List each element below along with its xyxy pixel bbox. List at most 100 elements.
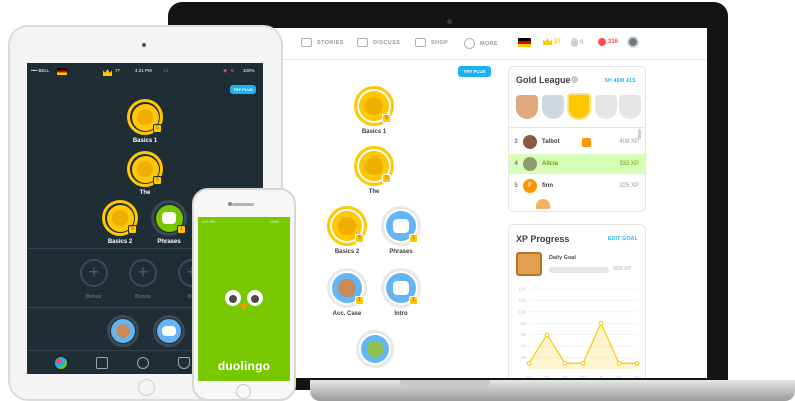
xp-point [580,360,586,366]
x-tick-label: Sa [616,375,622,378]
locked-skill-icon: + [129,259,157,287]
nav-stories[interactable]: STORIES [301,38,344,47]
discuss-icon [357,38,368,47]
shop-icon [415,38,426,47]
battery-text: 100% [243,68,255,73]
y-tick-label: 40 [521,344,527,349]
nav-shop[interactable]: SHOP [415,38,448,47]
skill-food[interactable] [355,330,395,368]
skill-the[interactable]: 5 The [349,146,399,195]
info-icon[interactable] [571,76,578,83]
skill-acc-case[interactable]: 1 Acc. Case [325,268,369,317]
skill-icon [111,319,135,343]
locked-league-icon [619,95,641,119]
avatar [523,135,537,149]
avatar-partial [536,199,550,209]
skill-phrases[interactable]: 1 Phrases [147,200,191,245]
crowns-counter[interactable]: 37 [543,38,561,45]
nav-shop-label: SHOP [431,39,449,46]
xp-chart: 140 120 100 80 60 40 20 M Tu W Th F Sa Su [518,287,640,379]
nav-more[interactable]: MORE [464,38,498,49]
streak-value: 0 [580,39,584,46]
skill-basics-2[interactable]: 5 Basics 2 [98,200,142,245]
y-tick-label: 120 [518,298,526,303]
owl-eye [247,290,263,306]
crown-level-badge: 5 [355,234,364,243]
xp-point [634,360,640,366]
crown-icon [543,38,552,45]
skill-basics-2[interactable]: 5 Basics 2 [325,206,369,255]
skill-basics-1[interactable]: 5 Basics 1 [349,86,399,135]
gem-icon [598,38,606,46]
learn-tab-icon[interactable] [55,357,67,369]
skill-label: The [139,190,151,196]
rank: 5 [514,183,518,189]
egg-icon [365,97,383,115]
flag-badge-icon [582,137,591,147]
profile-tab-icon[interactable] [137,357,149,369]
skill-icon [361,335,389,363]
status-time: 4:21 PM [135,68,152,73]
german-flag-icon [57,68,67,75]
daily-goal-progress-bar [549,267,609,273]
ipad-status-bar: •••• BELL 77 4:21 PM 13 ♥ 5 100% [27,63,263,83]
marketing-scene: N STORIES DISCUSS SHOP MORE [0,0,795,401]
divider [509,127,645,128]
league-countdown: 5H 46M 41S [605,78,636,84]
iphone-splash-screen: 4:21 PM 100% duolingo [198,217,290,381]
laptop-camera [447,19,452,24]
locked-skill-label: Bonus [135,294,151,300]
web-app-screen: N STORIES DISCUSS SHOP MORE [255,28,707,378]
avatar [627,36,639,48]
burger-icon [366,340,384,358]
x-tick-label: Su [634,375,640,378]
xp-progress-panel: XP Progress EDIT GOAL Daily Goal 0/20 XP… [508,224,646,378]
language-selector[interactable] [518,38,531,47]
y-tick-label: 60 [521,332,527,337]
nav-discuss[interactable]: DISCUSS [357,38,400,47]
xp-point [616,360,622,366]
leaderboard-row[interactable]: 3 Talbot 408 XP [509,132,645,152]
nav-discuss-label: DISCUSS [373,39,401,46]
chat-bubble-icon [162,325,176,337]
gems-counter[interactable]: 316 [598,38,618,46]
stories-tab-icon[interactable] [96,357,108,369]
profile-avatar[interactable] [627,36,639,48]
skill-ring [153,315,185,347]
try-plus-button[interactable]: TRY PLUS [230,85,256,94]
skill-label: Basics 1 [132,138,158,144]
leaderboard-row[interactable]: 5 F finn 325 XP [509,176,645,196]
heart-icon: ♥ [223,68,228,75]
skill-label: Acc. Case [332,311,362,317]
xp-point [598,320,604,326]
locked-skill-icon: + [80,259,108,287]
skill-intro[interactable]: 1 Intro [379,268,423,317]
streak-icon [571,38,578,47]
x-tick-label: Tu [544,375,550,378]
skill-label: Basics 2 [107,239,133,245]
skill-ring [107,315,139,347]
skill-acc-case[interactable] [105,315,141,347]
try-plus-button[interactable]: TRY PLUS [458,66,491,77]
iphone-speaker [232,203,254,206]
rank: 3 [514,139,518,145]
leaderboard-row-current-user[interactable]: 4 Alicia 332 XP [509,154,645,174]
egg-icon [136,108,154,126]
crown-level-badge: 5 [153,124,162,133]
skill-label: Intro [394,311,408,317]
skill-phrases[interactable]: 1 Phrases [379,206,423,255]
x-tick-label: Th [580,375,586,378]
leaderboard-tab-icon[interactable] [178,357,190,369]
crown-level-badge: 1 [177,225,186,234]
avatar [523,157,537,171]
crown-level-badge: 1 [409,296,418,305]
user-xp: 332 XP [619,161,639,167]
bronze-league-icon [516,95,538,119]
skill-the[interactable]: 5 The [123,151,167,196]
streak-value: 13 [163,68,169,73]
streak-counter[interactable]: 0 [571,38,583,47]
skill-intro[interactable] [151,315,187,347]
edit-goal-link[interactable]: EDIT GOAL [608,236,638,242]
user-name: finn [542,183,553,189]
skill-basics-1[interactable]: 5 Basics 1 [123,99,167,144]
